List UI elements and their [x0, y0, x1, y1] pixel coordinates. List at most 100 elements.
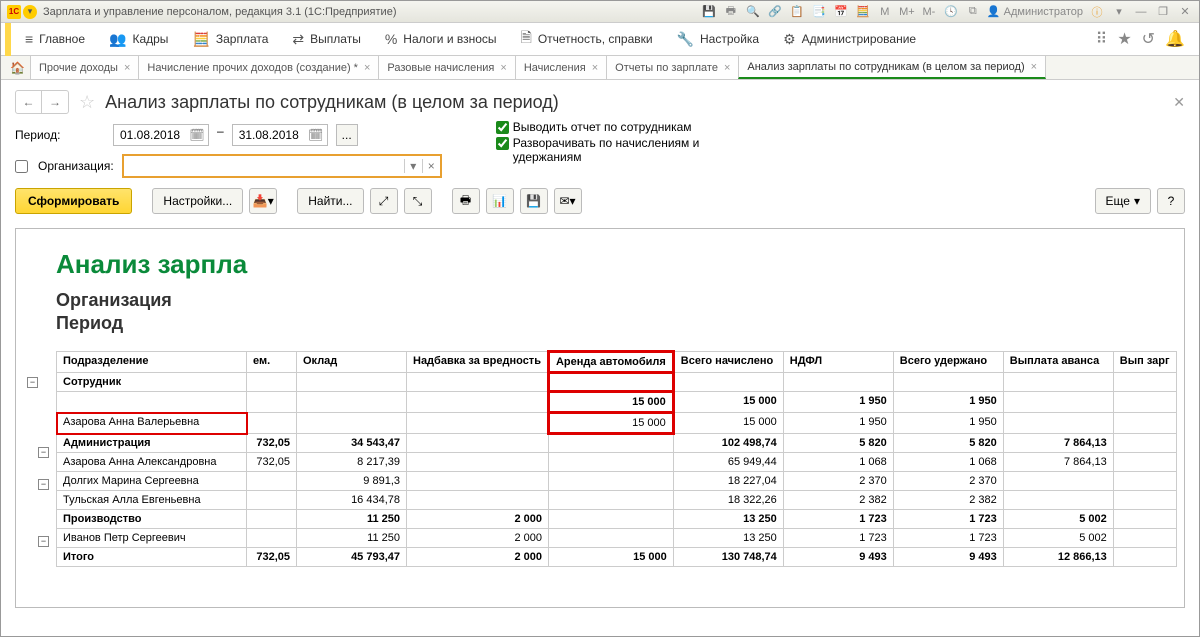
tree-toggle[interactable]: − [38, 536, 49, 547]
tab[interactable]: Отчеты по зарплате× [606, 56, 739, 79]
tab-close-icon[interactable]: × [1031, 61, 1037, 73]
user-label[interactable]: 👤 Администратор [987, 5, 1083, 18]
period-more-button[interactable]: ... [336, 124, 358, 146]
apps-icon[interactable]: ⠿ [1096, 29, 1108, 49]
menu-vyplaty[interactable]: ⇄Выплаты [280, 23, 372, 56]
tab-close-icon[interactable]: × [500, 62, 506, 74]
window-min-icon[interactable]: — [1133, 6, 1149, 18]
cell [1003, 392, 1113, 413]
tab[interactable]: Разовые начисления× [378, 56, 515, 79]
cell [1113, 548, 1176, 567]
date-from-input[interactable] [120, 128, 188, 142]
link-icon[interactable]: 🔗 [767, 5, 783, 18]
report-title: Анализ зарпла [56, 249, 1184, 280]
cell [247, 413, 297, 434]
form-button[interactable]: Сформировать [15, 188, 132, 214]
mplus-label[interactable]: M+ [899, 6, 915, 18]
help-button[interactable]: ? [1157, 188, 1185, 214]
bell-icon[interactable]: 🔔 [1165, 29, 1185, 49]
check-employees[interactable]: Выводить отчет по сотрудникам [496, 120, 706, 134]
panel-icon[interactable]: ⧉ [965, 5, 981, 18]
expand-button[interactable]: ⤢ [370, 188, 398, 214]
table-row[interactable]: Иванов Петр Сергеевич11 2502 00013 2501 … [57, 529, 1177, 548]
find-button[interactable]: Найти... [297, 188, 363, 214]
mail-button[interactable]: ✉▾ [554, 188, 582, 214]
favorite-star-icon[interactable]: ☆ [79, 92, 95, 113]
row-name: Иванов Петр Сергеевич [57, 529, 247, 548]
table-row[interactable]: 15 00015 0001 9501 950 [57, 392, 1177, 413]
cell: 18 322,26 [673, 491, 783, 510]
mminus-label[interactable]: M- [921, 6, 937, 18]
save-icon[interactable]: 💾 [701, 5, 717, 18]
tab[interactable]: Начисление прочих доходов (создание) *× [138, 56, 379, 79]
menu-admin[interactable]: ⚙Администрирование [771, 23, 928, 56]
cell: 2 382 [783, 491, 893, 510]
calc-icon[interactable]: 🧮 [855, 5, 871, 18]
page-close-icon[interactable]: ✕ [1173, 94, 1185, 111]
calendar-icon[interactable]: 🗓 [188, 128, 206, 142]
cell: 2 000 [407, 548, 549, 567]
table-row[interactable]: Долгих Марина Сергеевна9 891,318 227,042… [57, 472, 1177, 491]
tab[interactable]: Начисления× [515, 56, 607, 79]
settings-button[interactable]: Настройки... [152, 188, 243, 214]
calendar-icon[interactable]: 🗓 [307, 128, 325, 142]
org-clear-icon[interactable]: × [422, 159, 440, 173]
home-tab[interactable]: 🏠 [5, 56, 31, 79]
compare-icon[interactable]: 📑 [811, 5, 827, 18]
col-emp: Сотрудник [57, 373, 247, 392]
date-to-input[interactable] [239, 128, 307, 142]
org-checkbox[interactable] [15, 160, 28, 173]
tab-close-icon[interactable]: × [124, 62, 130, 74]
org-field[interactable]: ▾ × [122, 154, 442, 178]
cell: 1 723 [893, 510, 1003, 529]
chart-button[interactable]: 📊 [486, 188, 514, 214]
calendar-icon[interactable]: 📅 [833, 5, 849, 18]
tree-toggle[interactable]: − [27, 377, 38, 388]
tree-toggle[interactable]: − [38, 447, 49, 458]
dropdown-icon[interactable]: ▾ [23, 5, 37, 19]
window-max-icon[interactable]: ❐ [1155, 5, 1171, 18]
tab-close-icon[interactable]: × [592, 62, 598, 74]
tab-close-icon[interactable]: × [724, 62, 730, 74]
menu-kadry[interactable]: 👥Кадры [97, 23, 180, 56]
menu-zarplata[interactable]: 🧮Зарплата [180, 23, 280, 56]
menu-nalogi[interactable]: %Налоги и взносы [373, 23, 509, 56]
table-row[interactable]: Итого732,0545 793,472 00015 000130 748,7… [57, 548, 1177, 567]
history-icon[interactable]: ↺ [1142, 29, 1155, 49]
collapse-button[interactable]: ⤡ [404, 188, 432, 214]
window-close-icon[interactable]: ✕ [1177, 5, 1193, 18]
tab-close-icon[interactable]: × [364, 62, 370, 74]
print-icon[interactable]: 🖶 [723, 2, 739, 21]
tab[interactable]: Анализ зарплаты по сотрудникам (в целом … [738, 56, 1046, 79]
tab[interactable]: Прочие доходы× [30, 56, 139, 79]
org-input[interactable] [124, 159, 404, 173]
nav-forward[interactable]: → [42, 91, 68, 113]
clock-icon[interactable]: 🕓 [943, 5, 959, 18]
print-button[interactable]: 🖶 [452, 188, 480, 214]
m-label[interactable]: M [877, 6, 893, 18]
table-row[interactable]: Производство11 2502 00013 2501 7231 7235… [57, 510, 1177, 529]
date-to-field[interactable]: 🗓 [232, 124, 328, 146]
menu-otchet[interactable]: 🗎Отчетность, справки [509, 23, 665, 56]
minimize-icon[interactable]: ▾ [1111, 5, 1127, 18]
table-row[interactable]: Азарова Анна Александровна732,058 217,39… [57, 453, 1177, 472]
table-row[interactable]: Тульская Алла Евгеньевна16 434,7818 322,… [57, 491, 1177, 510]
nav-back[interactable]: ← [16, 91, 42, 113]
copy-icon[interactable]: 📋 [789, 5, 805, 18]
preview-icon[interactable]: 🔍 [745, 5, 761, 18]
date-from-field[interactable]: 🗓 [113, 124, 209, 146]
cell [548, 472, 673, 491]
report-area[interactable]: − − − − Анализ зарпла Организация Период… [15, 228, 1185, 608]
info-icon[interactable]: ⓘ [1089, 4, 1105, 20]
save-button[interactable]: 💾 [520, 188, 548, 214]
more-button[interactable]: Еще ▾ [1095, 188, 1151, 214]
menu-nastroyka[interactable]: 🔧Настройка [665, 23, 772, 56]
menu-main[interactable]: ≡Главное [13, 23, 97, 56]
variant-button[interactable]: 📥▾ [249, 188, 277, 214]
org-dropdown-icon[interactable]: ▾ [404, 159, 422, 173]
table-row[interactable]: Азарова Анна Валерьевна15 00015 0001 950… [57, 413, 1177, 434]
table-row[interactable]: Администрация732,0534 543,47102 498,745 … [57, 434, 1177, 453]
star-icon[interactable]: ★ [1117, 29, 1131, 49]
tree-toggle[interactable]: − [38, 479, 49, 490]
check-expand[interactable]: Разворачивать по начислениям и удержания… [496, 136, 706, 164]
